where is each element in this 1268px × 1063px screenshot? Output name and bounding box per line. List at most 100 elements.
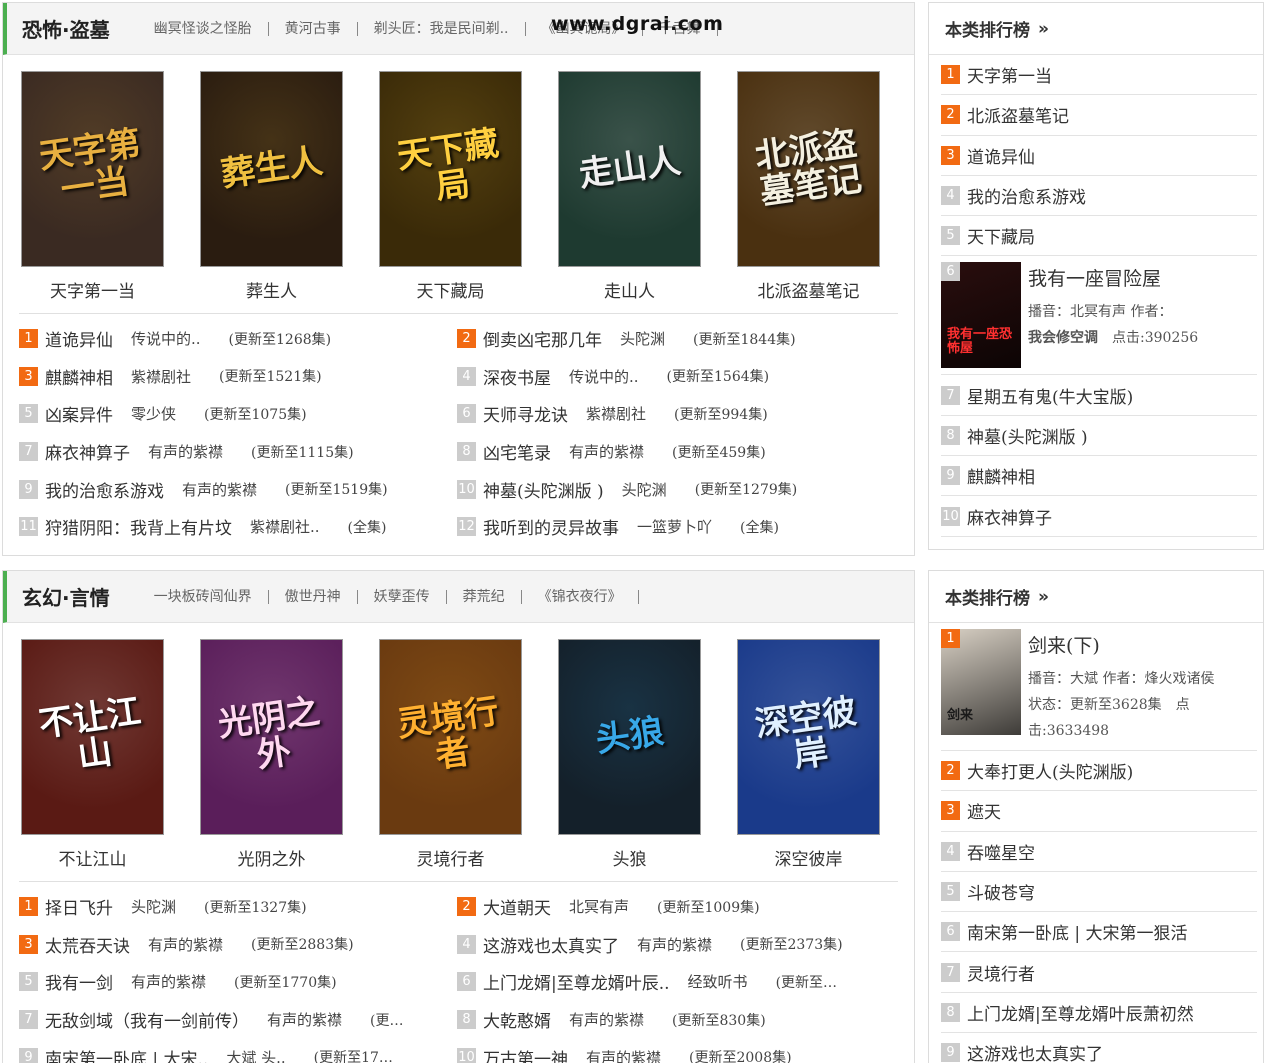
book-cover-image[interactable]: 灵境行者 <box>379 639 522 835</box>
book-cover-image[interactable]: 光阴之外 <box>200 639 343 835</box>
ranking-book-link[interactable]: 灵境行者 <box>967 960 1035 985</box>
author-link[interactable]: 经致听书 <box>688 971 748 992</box>
ranking-book-link[interactable]: 星期五有鬼(牛大宝版) <box>967 383 1133 408</box>
sub-link[interactable]: 莽荒纪 <box>447 589 522 604</box>
book-cover-image[interactable]: 头狼 <box>558 639 701 835</box>
ranking-book-link[interactable]: 大奉打更人(头陀渊版) <box>967 758 1133 783</box>
ranking-book-link[interactable]: 神墓(头陀渊版 ) <box>967 423 1088 448</box>
list-item[interactable]: 11 狩猎阴阳：我背上有片坟 紫襟剧社.. (全集) <box>19 514 457 539</box>
list-item[interactable]: 4 深夜书屋 传说中的.. (更新至1564集) <box>457 364 895 389</box>
list-item[interactable]: 7 麻衣神算子 有声的紫襟 (更新至1115集) <box>19 439 457 464</box>
ranking-book-link[interactable]: 遮天 <box>967 798 1001 823</box>
list-item[interactable]: 6 上门龙婿|至尊龙婿叶辰.. 经致听书 (更新至… <box>457 969 895 994</box>
book-card[interactable]: 葬生人 葬生人 <box>182 71 361 313</box>
sub-link[interactable]: 妖孽歪传 <box>358 589 447 604</box>
ranking-item[interactable]: 6 南宋第一卧底 | 大宋第一狠活 <box>941 912 1257 953</box>
book-link[interactable]: 深夜书屋 <box>483 364 551 389</box>
author-link[interactable]: 一篮萝卜吖 <box>637 516 712 537</box>
book-link[interactable]: 狩猎阴阳：我背上有片坟 <box>45 514 232 539</box>
sub-link[interactable]: 黄河古事 <box>269 21 358 36</box>
book-link[interactable]: 神墓(头陀渊版 ) <box>483 477 604 502</box>
ranking-book-link[interactable]: 天字第一当 <box>967 62 1052 87</box>
ranking-book-link[interactable]: 上门龙婿|至尊龙婿叶辰萧初然 <box>967 1000 1194 1025</box>
book-link[interactable]: 我的治愈系游戏 <box>45 477 164 502</box>
book-link[interactable]: 我听到的灵异故事 <box>483 514 619 539</box>
author-link[interactable]: 紫襟剧社.. <box>250 516 320 537</box>
author-link[interactable]: 头陀渊 <box>622 479 667 500</box>
book-link[interactable]: 南宋第一卧底 | 大宋.. <box>45 1045 208 1063</box>
author-link[interactable]: 零少侠 <box>131 403 176 424</box>
book-card[interactable]: 走山人 走山人 <box>540 71 719 313</box>
category-title[interactable]: 玄幻·言情 <box>22 582 110 611</box>
ranking-item[interactable]: 7 星期五有鬼(牛大宝版) <box>941 375 1257 416</box>
book-card[interactable]: 天字第一当 天字第一当 <box>3 71 182 313</box>
book-link[interactable]: 凶案异件 <box>45 401 113 426</box>
featured-cover-image[interactable]: 6 我有一座恐怖屋 <box>941 262 1021 369</box>
list-item[interactable]: 10 万古第一神 有声的紫襟 (更新至2008集) <box>457 1045 895 1063</box>
ranking-item[interactable]: 7 灵境行者 <box>941 952 1257 993</box>
ranking-item[interactable]: 2 大奉打更人(头陀渊版) <box>941 751 1257 792</box>
book-card[interactable]: 天下藏局 天下藏局 <box>361 71 540 313</box>
list-item[interactable]: 2 大道朝天 北冥有声 (更新至1009集) <box>457 894 895 919</box>
book-card[interactable]: 不让江山 不让江山 <box>3 639 182 881</box>
sub-link[interactable]: 幽冥怪谈之怪胎 <box>138 21 269 36</box>
book-card[interactable]: 光阴之外 光阴之外 <box>182 639 361 881</box>
book-card[interactable]: 头狼 头狼 <box>540 639 719 881</box>
author-name[interactable]: 我会修空调 <box>1028 330 1098 346</box>
book-title[interactable]: 天字第一当 <box>3 277 182 302</box>
sub-link[interactable]: 傲世丹神 <box>269 589 358 604</box>
list-item[interactable]: 5 我有一剑 有声的紫襟 (更新至1770集) <box>19 969 457 994</box>
book-title[interactable]: 不让江山 <box>3 845 182 870</box>
book-card[interactable]: 灵境行者 灵境行者 <box>361 639 540 881</box>
ranking-item[interactable]: 3 遮天 <box>941 791 1257 832</box>
book-cover-image[interactable]: 北派盗墓笔记 <box>737 71 880 267</box>
ranking-item[interactable]: 5 天下藏局 <box>941 216 1257 257</box>
ranking-item[interactable]: 9 麒麟神相 <box>941 456 1257 497</box>
author-link[interactable]: 有声的紫襟 <box>569 1009 644 1030</box>
ranking-book-link[interactable]: 我的治愈系游戏 <box>967 183 1086 208</box>
author-link[interactable]: 有声的紫襟 <box>586 1047 661 1063</box>
author-link[interactable]: 有声的紫襟 <box>569 441 644 462</box>
book-title[interactable]: 头狼 <box>540 845 719 870</box>
ranking-header[interactable]: 本类排行榜 » <box>929 3 1263 55</box>
ranking-item[interactable]: 8 神墓(头陀渊版 ) <box>941 416 1257 457</box>
list-item[interactable]: 7 无敌剑域（我有一剑前传） 有声的紫襟 (更… <box>19 1007 457 1032</box>
list-item[interactable]: 3 麒麟神相 紫襟剧社 (更新至1521集) <box>19 364 457 389</box>
book-card[interactable]: 北派盗墓笔记 北派盗墓笔记 <box>719 71 898 313</box>
list-item[interactable]: 1 道诡异仙 传说中的.. (更新至1268集) <box>19 326 457 351</box>
author-link[interactable]: 紫襟剧社 <box>586 403 646 424</box>
more-arrow-icon[interactable]: » <box>1038 19 1049 39</box>
book-title[interactable]: 深空彼岸 <box>719 845 898 870</box>
list-item[interactable]: 1 择日飞升 头陀渊 (更新至1327集) <box>19 894 457 919</box>
list-item[interactable]: 8 凶宅笔录 有声的紫襟 (更新至459集) <box>457 439 895 464</box>
author-link[interactable]: 有声的紫襟 <box>148 441 223 462</box>
book-link[interactable]: 麻衣神算子 <box>45 439 130 464</box>
book-cover-image[interactable]: 深空彼岸 <box>737 639 880 835</box>
ranking-item[interactable]: 5 斗破苍穹 <box>941 872 1257 913</box>
author-link[interactable]: 有声的紫襟 <box>131 971 206 992</box>
author-link[interactable]: 头陀渊 <box>131 896 176 917</box>
ranking-item[interactable]: 10 麻衣神算子 <box>941 496 1257 537</box>
book-link[interactable]: 道诡异仙 <box>45 326 113 351</box>
book-link[interactable]: 大道朝天 <box>483 894 551 919</box>
book-link[interactable]: 择日飞升 <box>45 894 113 919</box>
list-item[interactable]: 10 神墓(头陀渊版 ) 头陀渊 (更新至1279集) <box>457 477 895 502</box>
ranking-item[interactable]: 8 上门龙婿|至尊龙婿叶辰萧初然 <box>941 993 1257 1034</box>
featured-title[interactable]: 我有一座冒险屋 <box>1028 264 1257 291</box>
book-link[interactable]: 麒麟神相 <box>45 364 113 389</box>
book-cover-image[interactable]: 不让江山 <box>21 639 164 835</box>
list-item[interactable]: 3 太荒吞天诀 有声的紫襟 (更新至2883集) <box>19 932 457 957</box>
book-title[interactable]: 天下藏局 <box>361 277 540 302</box>
ranking-book-link[interactable]: 北派盗墓笔记 <box>967 102 1069 127</box>
sub-link[interactable]: 剃头匠：我是民间剃.. <box>358 21 526 36</box>
category-title[interactable]: 恐怖·盗墓 <box>22 14 110 43</box>
list-item[interactable]: 4 这游戏也太真实了 有声的紫襟 (更新至2373集) <box>457 932 895 957</box>
ranking-book-link[interactable]: 南宋第一卧底 | 大宋第一狠活 <box>967 919 1188 944</box>
list-item[interactable]: 9 南宋第一卧底 | 大宋.. 大斌 头.. (更新至17… <box>19 1045 457 1063</box>
book-title[interactable]: 灵境行者 <box>361 845 540 870</box>
book-cover-image[interactable]: 天下藏局 <box>379 71 522 267</box>
author-link[interactable]: 有声的紫襟 <box>182 479 257 500</box>
featured-cover-image[interactable]: 1 剑来 <box>941 629 1021 735</box>
book-card[interactable]: 深空彼岸 深空彼岸 <box>719 639 898 881</box>
ranking-item[interactable]: 1 天字第一当 <box>941 55 1257 96</box>
